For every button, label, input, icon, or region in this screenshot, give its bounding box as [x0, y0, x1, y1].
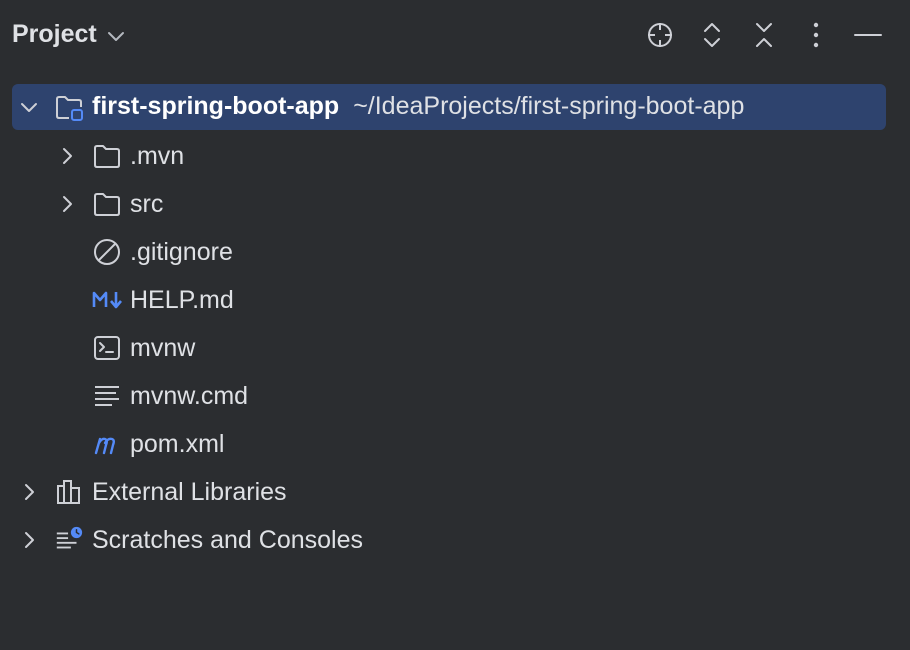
expand-collapse-icon[interactable] — [694, 17, 730, 53]
panel-title: Project — [12, 20, 97, 48]
chevron-right-icon[interactable] — [57, 146, 77, 166]
more-icon[interactable] — [798, 17, 834, 53]
tree-item-label: External Libraries — [92, 478, 287, 506]
terminal-file-icon — [92, 333, 122, 363]
tree-item-external-libraries[interactable]: External Libraries — [12, 469, 886, 515]
maven-icon — [92, 429, 124, 459]
tree-root-first-spring-boot-app[interactable]: first-spring-boot-app ~/IdeaProjects/firs… — [12, 84, 886, 130]
folder-icon — [92, 189, 122, 219]
folder-icon — [92, 141, 122, 171]
tree-item-label: src — [130, 190, 164, 218]
tree-item-src[interactable]: src — [12, 181, 886, 227]
tree-item-label: .mvn — [130, 142, 185, 170]
tree-item-label: mvnw — [130, 334, 196, 362]
markdown-icon — [92, 285, 126, 315]
tree-item-label: .gitignore — [130, 238, 233, 266]
tree-item-help-md[interactable]: HELP.md — [12, 277, 886, 323]
tree-item-label: HELP.md — [130, 286, 234, 314]
tree-item-mvn[interactable]: .mvn — [12, 133, 886, 179]
scratches-icon — [54, 525, 84, 555]
tree-item-label: Scratches and Consoles — [92, 526, 363, 554]
minimize-icon[interactable] — [850, 17, 886, 53]
chevron-right-icon[interactable] — [19, 530, 39, 550]
chevron-right-icon[interactable] — [19, 482, 39, 502]
project-view-selector[interactable]: Project — [12, 20, 125, 49]
project-panel-header: Project — [0, 0, 910, 70]
tree-item-mvnw[interactable]: mvnw — [12, 325, 886, 371]
tree-item-pom-xml[interactable]: pom.xml — [12, 421, 886, 467]
library-icon — [54, 477, 84, 507]
ignore-file-icon — [92, 237, 122, 267]
tree-item-scratches-and-consoles[interactable]: Scratches and Consoles — [12, 517, 886, 563]
tree-item-label: pom.xml — [130, 430, 225, 458]
chevron-down-icon — [107, 20, 125, 49]
locate-icon[interactable] — [642, 17, 678, 53]
root-project-path: ~/IdeaProjects/first-spring-boot-app — [353, 92, 745, 120]
chevron-down-icon[interactable] — [19, 97, 39, 117]
tree-item-mvnw-cmd[interactable]: mvnw.cmd — [12, 373, 886, 419]
text-file-icon — [92, 381, 122, 411]
tree-item-gitignore[interactable]: .gitignore — [12, 229, 886, 275]
collapse-all-icon[interactable] — [746, 17, 782, 53]
root-project-name: first-spring-boot-app — [92, 92, 340, 120]
module-folder-icon — [54, 92, 84, 122]
tree-item-label: mvnw.cmd — [130, 382, 249, 410]
chevron-right-icon[interactable] — [57, 194, 77, 214]
